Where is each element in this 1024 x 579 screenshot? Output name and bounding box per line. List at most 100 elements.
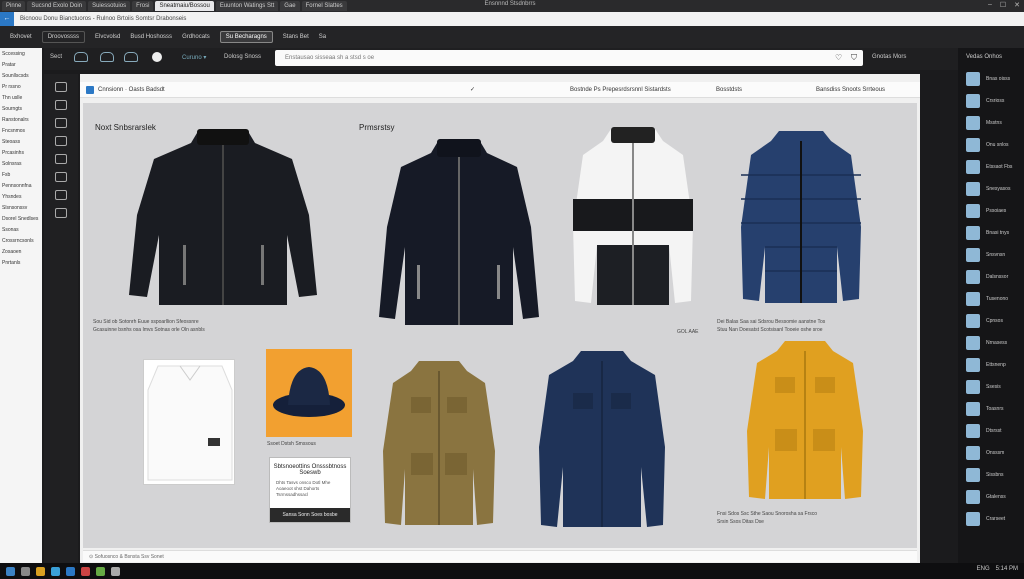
- olive-jacket-image[interactable]: [381, 357, 497, 527]
- asset-item[interactable]: Pssoiaes: [958, 202, 1024, 220]
- design-canvas[interactable]: Noxt Snbsrarslek Prmsrstsy Sou Sid ob So…: [83, 103, 917, 548]
- asset-item[interactable]: Gtalenss: [958, 488, 1024, 506]
- app-icon[interactable]: [81, 566, 90, 576]
- asset-item[interactable]: Ssesis: [958, 378, 1024, 396]
- asset-item[interactable]: Toasnrs: [958, 400, 1024, 418]
- promo-button[interactable]: Sansa Sonn Soes bosbe: [270, 508, 350, 522]
- asset-item[interactable]: Cpnsos: [958, 312, 1024, 330]
- browser-icon[interactable]: [51, 566, 60, 576]
- asset-item[interactable]: Onsssm: [958, 444, 1024, 462]
- tool-icon[interactable]: [55, 190, 67, 200]
- toolbar-item[interactable]: Elvcvolsd: [95, 34, 120, 40]
- left-panel-item[interactable]: Crossrncsonls: [0, 238, 42, 246]
- search-icon[interactable]: ♡: [835, 53, 842, 62]
- tab[interactable]: Frosi: [132, 1, 154, 11]
- black-jacket-image[interactable]: [127, 125, 319, 307]
- dark-jacket-image[interactable]: [377, 137, 541, 327]
- tab[interactable]: Suiessotuios: [88, 1, 131, 11]
- asset-item[interactable]: Sissbns: [958, 466, 1024, 484]
- clock[interactable]: 5:14 PM: [996, 566, 1018, 572]
- tab[interactable]: Pinne: [2, 1, 26, 11]
- asset-item[interactable]: Snesyasos: [958, 180, 1024, 198]
- tool-icon[interactable]: [55, 172, 67, 182]
- app-icon[interactable]: [96, 566, 105, 576]
- left-panel-item[interactable]: Ranstonalrs: [0, 117, 42, 125]
- asset-item[interactable]: Etssaot Fbs: [958, 158, 1024, 176]
- left-panel-item[interactable]: Solnsras: [0, 161, 42, 169]
- toolbar-item[interactable]: Busd Hoshosss: [130, 34, 172, 40]
- tab[interactable]: Fornel Slattes: [301, 1, 347, 11]
- maximize-button[interactable]: ☐: [1000, 1, 1006, 9]
- bucket-hat-card[interactable]: [266, 349, 352, 437]
- left-panel-item[interactable]: Pratar: [0, 62, 42, 70]
- left-panel-item[interactable]: Yhsndes: [0, 194, 42, 202]
- left-panel-item[interactable]: Fncsnmos: [0, 128, 42, 136]
- asset-item[interactable]: Nrnasess: [958, 334, 1024, 352]
- left-panel-item[interactable]: Prcasinhs: [0, 150, 42, 158]
- check-icon[interactable]: ✓: [470, 82, 475, 98]
- folder-icon[interactable]: [36, 566, 45, 576]
- url-text[interactable]: Bicnoou Donu Bianctuoros - Rulnoo Brtoii…: [14, 16, 186, 22]
- toolbar-item[interactable]: Grdhocats: [182, 34, 210, 40]
- left-panel-item[interactable]: Zosaoen: [0, 249, 42, 257]
- asset-item[interactable]: Dtsrsst: [958, 422, 1024, 440]
- tab[interactable]: Euunton Watings Stt: [215, 1, 279, 11]
- toolbar-item[interactable]: Bxhovet: [10, 34, 32, 40]
- tab[interactable]: Gae: [280, 1, 300, 11]
- left-panel-item[interactable]: Pr rssno: [0, 84, 42, 92]
- address-bar[interactable]: ← Bicnoou Donu Bianctuoros - Rulnoo Brto…: [0, 12, 1024, 26]
- tool-icon[interactable]: [74, 52, 88, 62]
- promo-card[interactable]: Sbtsnoeottins Onsssbtnoss Soeswb Dhts Ta…: [269, 457, 351, 523]
- toolbar-item[interactable]: Sa: [319, 34, 326, 40]
- asset-item[interactable]: Bnasi tnys: [958, 224, 1024, 242]
- asset-item[interactable]: Snsvnsn: [958, 246, 1024, 264]
- tool-icon[interactable]: [55, 100, 67, 110]
- tool-icon[interactable]: [55, 118, 67, 128]
- white-black-jacket-image[interactable]: [571, 125, 695, 307]
- left-panel-item[interactable]: Ssonas: [0, 227, 42, 235]
- toolbar-item[interactable]: Droovossss: [41, 31, 86, 43]
- dropdown[interactable]: Dolosg Snoss: [224, 54, 261, 60]
- tool-icon[interactable]: [124, 52, 138, 62]
- asset-item[interactable]: Onu snlos: [958, 136, 1024, 154]
- left-panel-item[interactable]: Dsorel Snedlses: [0, 216, 42, 224]
- toolbar-item[interactable]: Stans Bet: [283, 34, 309, 40]
- asset-item[interactable]: Bnas oisss: [958, 70, 1024, 88]
- shield-icon[interactable]: ⛉: [851, 53, 857, 63]
- tab-active[interactable]: Sneatmaiu/Bossou: [155, 1, 214, 11]
- asset-item[interactable]: Ettsnenp: [958, 356, 1024, 374]
- asset-item[interactable]: Tusenono: [958, 290, 1024, 308]
- dropdown[interactable]: Curuno ▾: [182, 54, 206, 61]
- white-shirt-card[interactable]: [143, 359, 235, 485]
- search-icon[interactable]: [21, 566, 30, 576]
- language-indicator[interactable]: ENG: [977, 566, 990, 572]
- left-panel-item[interactable]: Steoass: [0, 139, 42, 147]
- tool-icon[interactable]: [55, 208, 67, 218]
- tool-icon[interactable]: [100, 52, 114, 62]
- left-panel-item[interactable]: Sccessing: [0, 51, 42, 59]
- search-input[interactable]: Enstausao sisseaa sh a stsd s oe: [275, 50, 863, 66]
- record-icon[interactable]: [152, 52, 162, 62]
- asset-item[interactable]: Dalsnssor: [958, 268, 1024, 286]
- left-panel-item[interactable]: Pennsonnfna: [0, 183, 42, 191]
- app-icon[interactable]: [66, 566, 75, 576]
- left-panel-item[interactable]: Thn uslle: [0, 95, 42, 103]
- app-icon[interactable]: [111, 566, 120, 576]
- blue-puffer-jacket-image[interactable]: [739, 127, 863, 305]
- navy-jacket-image[interactable]: [537, 347, 667, 529]
- tool-icon[interactable]: [55, 82, 67, 92]
- minimize-button[interactable]: –: [988, 1, 992, 9]
- asset-item[interactable]: Msstns: [958, 114, 1024, 132]
- left-panel-item[interactable]: Sounllscsds: [0, 73, 42, 81]
- asset-item[interactable]: Crsrioss: [958, 92, 1024, 110]
- tool-icon[interactable]: [55, 154, 67, 164]
- start-icon[interactable]: [6, 566, 15, 576]
- close-button[interactable]: ✕: [1014, 1, 1020, 9]
- left-panel-item[interactable]: Pnrtanls: [0, 260, 42, 268]
- left-panel-item[interactable]: Fsb: [0, 172, 42, 180]
- back-icon[interactable]: ←: [0, 12, 14, 26]
- yellow-jacket-image[interactable]: [745, 337, 865, 501]
- asset-item[interactable]: Crarseet: [958, 510, 1024, 528]
- tab[interactable]: Sucsnd Exolo Doin: [27, 1, 87, 11]
- tool-icon[interactable]: [55, 136, 67, 146]
